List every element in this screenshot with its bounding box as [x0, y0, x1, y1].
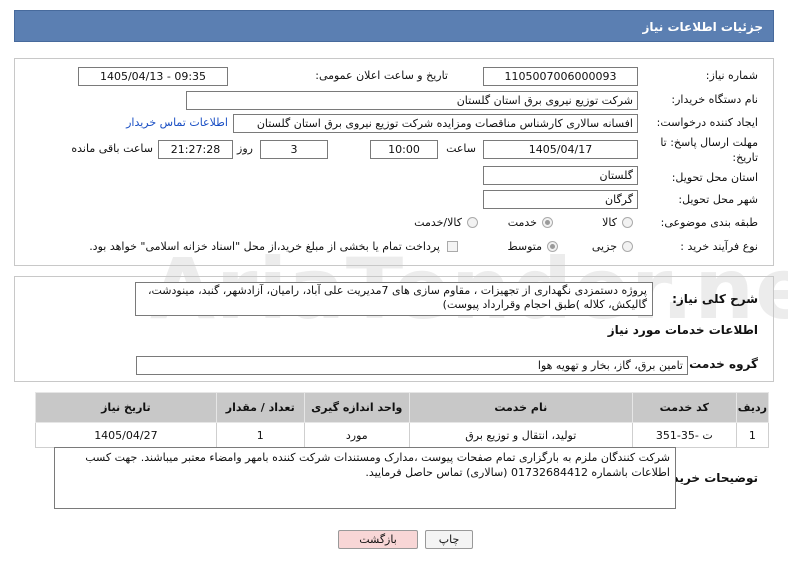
col-unit: واحد اندازه گیری [303, 392, 410, 423]
col-need-date: تاریخ نیاز [35, 392, 217, 423]
creator-label: ایجاد کننده درخواست: [656, 116, 758, 129]
back-button[interactable]: بازگشت [338, 530, 418, 549]
province-field: گلستان [483, 166, 638, 185]
services-table: ردیف کد خدمت نام خدمت واحد اندازه گیری ت… [35, 392, 770, 448]
info-panel [14, 58, 774, 266]
col-service-code: کد خدمت [631, 392, 737, 423]
service-group-field: تامین برق، گاز، بخار و تهویه هوا [136, 356, 688, 375]
cell-service-code: ت -35-351 [631, 422, 737, 448]
buyer-org-label: نام دستگاه خریدار: [671, 93, 758, 106]
purchase-type-label: نوع فرآیند خرید : [680, 240, 758, 253]
treasury-payment-note: پرداخت تمام یا بخشی از مبلغ خرید،از محل … [89, 240, 440, 253]
col-row: ردیف [735, 392, 770, 423]
deadline-date-field: 1405/04/17 [483, 140, 638, 159]
creator-field: افسانه سالاری کارشناس مناقصات ومزایده شر… [233, 114, 638, 133]
services-table-header: ردیف کد خدمت نام خدمت واحد اندازه گیری ت… [35, 392, 770, 423]
province-label: استان محل تحویل: [671, 171, 758, 184]
category-label: طبقه بندی موضوعی: [660, 216, 758, 229]
city-label: شهر محل تحویل: [678, 193, 758, 206]
description-textarea: پروژه دستمزدی نگهداری از تجهیزات ، مقاوم… [135, 282, 653, 316]
purchase-radio-medium[interactable] [547, 241, 558, 252]
remaining-label: ساعت باقی مانده [71, 142, 153, 155]
deadline-time-field: 10:00 [370, 140, 438, 159]
services-section-title: اطلاعات خدمات مورد نیاز [607, 323, 758, 337]
print-button[interactable]: چاپ [425, 530, 473, 549]
service-group-label: گروه خدمت: [684, 357, 758, 371]
category-radio-goods[interactable] [622, 217, 633, 228]
category-option-goods-service: کالا/خدمت [414, 216, 462, 229]
purchase-option-minor: جزیی [591, 240, 617, 253]
need-number-label: شماره نیاز: [705, 69, 758, 82]
description-label: شرح کلی نیاز: [672, 292, 758, 306]
deadline-date-label: تاریخ: [732, 151, 758, 164]
buyer-notes-textarea: شرکت کنندگان ملزم به بارگزاری تمام صفحات… [54, 447, 676, 509]
treasury-payment-checkbox[interactable] [447, 241, 458, 252]
deadline-time-label: ساعت [446, 142, 476, 155]
cell-need-date: 1405/04/27 [35, 422, 217, 448]
remaining-time-field: 21:27:28 [158, 140, 233, 159]
page-header: جزئیات اطلاعات نیاز [14, 10, 774, 42]
city-field: گرگان [483, 190, 638, 209]
need-number-field: 1105007006000093 [483, 67, 638, 86]
announce-label: تاریخ و ساعت اعلان عمومی: [315, 69, 448, 82]
col-quantity: تعداد / مقدار [215, 392, 305, 423]
table-row: 1 ت -35-351 تولید، انتقال و توزیع برق مو… [35, 422, 770, 448]
buyer-contact-link[interactable]: اطلاعات تماس خریدار [126, 116, 228, 129]
cell-row: 1 [735, 422, 770, 448]
category-radio-service[interactable] [542, 217, 553, 228]
buyer-org-field: شرکت توزیع نیروی برق استان گلستان [186, 91, 638, 110]
announce-field: 1405/04/13 - 09:35 [78, 67, 228, 86]
category-option-service: خدمت [507, 216, 537, 229]
category-option-goods: کالا [602, 216, 617, 229]
days-field: 3 [260, 140, 328, 159]
category-radio-goods-service[interactable] [467, 217, 478, 228]
purchase-radio-minor[interactable] [622, 241, 633, 252]
cell-service-name: تولید، انتقال و توزیع برق [408, 422, 633, 448]
col-service-name: نام خدمت [408, 392, 633, 423]
purchase-option-medium: متوسط [507, 240, 542, 253]
cell-quantity: 1 [215, 422, 305, 448]
deadline-label: مهلت ارسال پاسخ: تا [660, 136, 758, 149]
cell-unit: مورد [303, 422, 410, 448]
page-title: جزئیات اطلاعات نیاز [642, 20, 763, 34]
